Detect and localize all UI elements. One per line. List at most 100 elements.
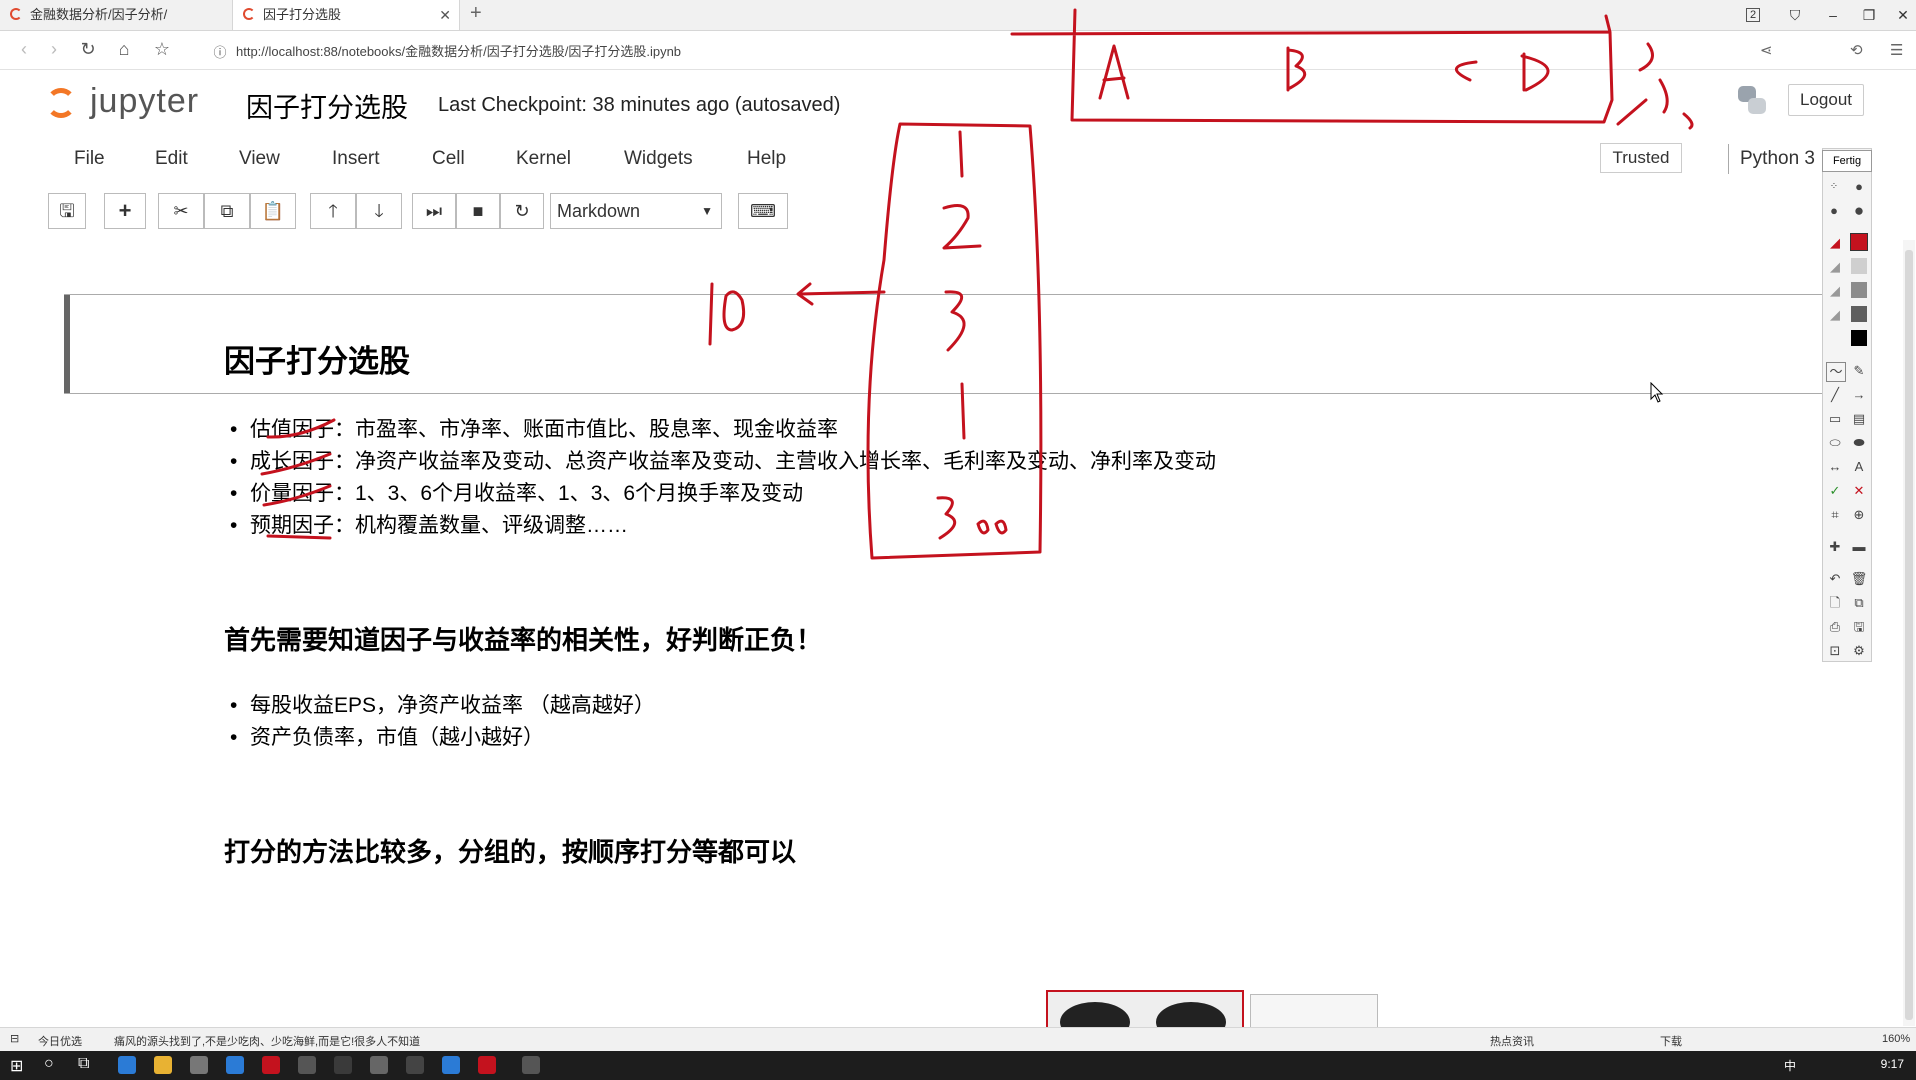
taskbar-app-icon[interactable]: [406, 1056, 424, 1074]
thumbnail-image[interactable]: [1046, 990, 1244, 1032]
print-icon[interactable]: ⎙: [1826, 618, 1844, 636]
trash-icon[interactable]: 🗑: [1850, 570, 1868, 588]
minimize-icon[interactable]: –: [1816, 0, 1850, 30]
taskbar-app-icon[interactable]: [522, 1056, 540, 1074]
menu-kernel[interactable]: Kernel: [516, 148, 571, 170]
pointer-icon[interactable]: ⁘: [1825, 178, 1843, 196]
trusted-indicator[interactable]: Trusted: [1600, 143, 1682, 173]
new-page-icon[interactable]: 🗋: [1826, 594, 1844, 612]
dot-large-icon[interactable]: ●: [1850, 202, 1868, 220]
crop-icon[interactable]: ⌗: [1826, 506, 1844, 524]
arrow-tool-icon[interactable]: →: [1850, 386, 1868, 404]
home-icon[interactable]: ⌂: [112, 39, 136, 60]
move-down-icon[interactable]: 🡓: [356, 193, 402, 229]
copy-page-icon[interactable]: ⧉: [1850, 594, 1868, 612]
cell-type-select[interactable]: Markdown ▼: [550, 193, 722, 229]
menu-help[interactable]: Help: [747, 148, 786, 170]
dot-small-icon[interactable]: ●: [1850, 178, 1868, 196]
url-input[interactable]: http://localhost:88/notebooks/金融数据分析/因子打…: [236, 41, 681, 60]
status-left-label[interactable]: 今日优选: [38, 1033, 82, 1049]
new-tab-icon[interactable]: +: [470, 2, 482, 25]
status-zoom[interactable]: 160%: [1882, 1033, 1910, 1045]
clock[interactable]: 9:17: [1881, 1057, 1904, 1071]
history-back-icon[interactable]: ⟲: [1850, 41, 1863, 59]
ime-indicator[interactable]: 中: [1784, 1057, 1796, 1074]
restore-icon[interactable]: ❐: [1852, 0, 1886, 30]
windows-start-icon[interactable]: ⊞: [10, 1056, 23, 1076]
status-download[interactable]: 下载: [1660, 1033, 1682, 1049]
save-icon[interactable]: 🖫: [48, 193, 86, 229]
close-window-icon[interactable]: ✕: [1886, 0, 1916, 30]
taskbar-app-icon[interactable]: [478, 1056, 496, 1074]
folder-icon[interactable]: [154, 1056, 172, 1074]
check-mark-icon[interactable]: ✓: [1826, 482, 1844, 500]
move-up-icon[interactable]: 🡑: [310, 193, 356, 229]
status-news[interactable]: 痛风的源头找到了,不是少吃肉、少吃海鲜,而是它!很多人不知道: [114, 1033, 420, 1049]
highlighter-icon[interactable]: ✎: [1850, 362, 1868, 380]
menu-insert[interactable]: Insert: [332, 148, 380, 170]
menu-cell[interactable]: Cell: [432, 148, 465, 170]
logout-button[interactable]: Logout: [1788, 84, 1864, 116]
taskbar-app-icon[interactable]: [298, 1056, 316, 1074]
taskbar-app-icon[interactable]: [190, 1056, 208, 1074]
menu-edit[interactable]: Edit: [155, 148, 188, 170]
menu-widgets[interactable]: Widgets: [624, 148, 693, 170]
taskbar-app-icon[interactable]: [262, 1056, 280, 1074]
color-red-swatch[interactable]: [1850, 233, 1868, 251]
reload-icon[interactable]: ↻: [76, 39, 100, 60]
paste-icon[interactable]: 📋: [250, 193, 296, 229]
tab-counter-icon[interactable]: 2: [1736, 0, 1770, 30]
browser-tab[interactable]: 金融数据分析/因子分析/: [0, 0, 228, 30]
scrollbar-thumb[interactable]: [1905, 250, 1913, 1020]
dot-medium-icon[interactable]: ●: [1825, 202, 1843, 220]
add-icon[interactable]: ✚: [1826, 538, 1844, 556]
menu-file[interactable]: File: [74, 148, 105, 170]
menu-icon[interactable]: ☰: [1890, 41, 1903, 59]
menu-view[interactable]: View: [239, 148, 280, 170]
filled-rectangle-icon[interactable]: ▤: [1850, 410, 1868, 428]
site-info-icon[interactable]: ⓘ: [208, 42, 232, 61]
cut-icon[interactable]: ✂: [158, 193, 204, 229]
opacity-mid-icon[interactable]: ◢: [1826, 282, 1844, 300]
bookmark-star-icon[interactable]: ☆: [150, 39, 174, 60]
taskbar-app-icon[interactable]: [370, 1056, 388, 1074]
ellipse-tool-icon[interactable]: ⬭: [1826, 434, 1844, 452]
zoom-icon[interactable]: ⊕: [1850, 506, 1868, 524]
color-gray-swatch[interactable]: [1851, 282, 1867, 298]
share-icon[interactable]: ⋖: [1760, 41, 1773, 59]
save-image-icon[interactable]: 🖫: [1850, 618, 1868, 636]
screenshot-icon[interactable]: ⊡: [1826, 642, 1844, 660]
opacity-full-icon[interactable]: ◢: [1826, 234, 1844, 252]
notebook-title[interactable]: 因子打分选股: [246, 86, 408, 125]
tab-close-icon[interactable]: ✕: [439, 0, 451, 30]
taskbar-app-icon[interactable]: [226, 1056, 244, 1074]
run-icon[interactable]: ⏭: [412, 193, 456, 229]
forward-icon[interactable]: ›: [42, 39, 66, 60]
filled-ellipse-icon[interactable]: ⬬: [1850, 434, 1868, 452]
opacity-high-icon[interactable]: ◢: [1826, 258, 1844, 276]
taskbar-app-icon[interactable]: [334, 1056, 352, 1074]
color-lightgray-swatch[interactable]: [1851, 258, 1867, 274]
thumbnail-image[interactable]: [1250, 994, 1378, 1030]
task-view-icon[interactable]: ⧉: [78, 1055, 89, 1073]
text-tool-icon[interactable]: A: [1850, 458, 1868, 476]
add-cell-icon[interactable]: +: [104, 193, 146, 229]
back-icon[interactable]: ‹: [12, 39, 36, 60]
status-hot[interactable]: 热点资讯: [1490, 1033, 1534, 1049]
shirt-skin-icon[interactable]: ⛉: [1778, 0, 1812, 30]
color-darkgray-swatch[interactable]: [1851, 306, 1867, 322]
freehand-pen-icon[interactable]: 〜: [1826, 362, 1846, 382]
taskbar-app-icon[interactable]: [118, 1056, 136, 1074]
taskbar-app-icon[interactable]: [442, 1056, 460, 1074]
undo-icon[interactable]: ↶: [1826, 570, 1844, 588]
measure-tool-icon[interactable]: ↔: [1826, 458, 1844, 476]
opacity-low-icon[interactable]: ◢: [1826, 306, 1844, 324]
cross-mark-icon[interactable]: ✕: [1850, 482, 1868, 500]
interrupt-icon[interactable]: ■: [456, 193, 500, 229]
color-black-swatch[interactable]: [1851, 330, 1867, 346]
kernel-name[interactable]: Python 3: [1740, 148, 1815, 170]
line-tool-icon[interactable]: ╱: [1826, 386, 1844, 404]
browser-tab-active[interactable]: 因子打分选股 ✕: [232, 0, 460, 30]
rectangle-tool-icon[interactable]: ▭: [1826, 410, 1844, 428]
search-icon[interactable]: ○: [44, 1055, 54, 1073]
